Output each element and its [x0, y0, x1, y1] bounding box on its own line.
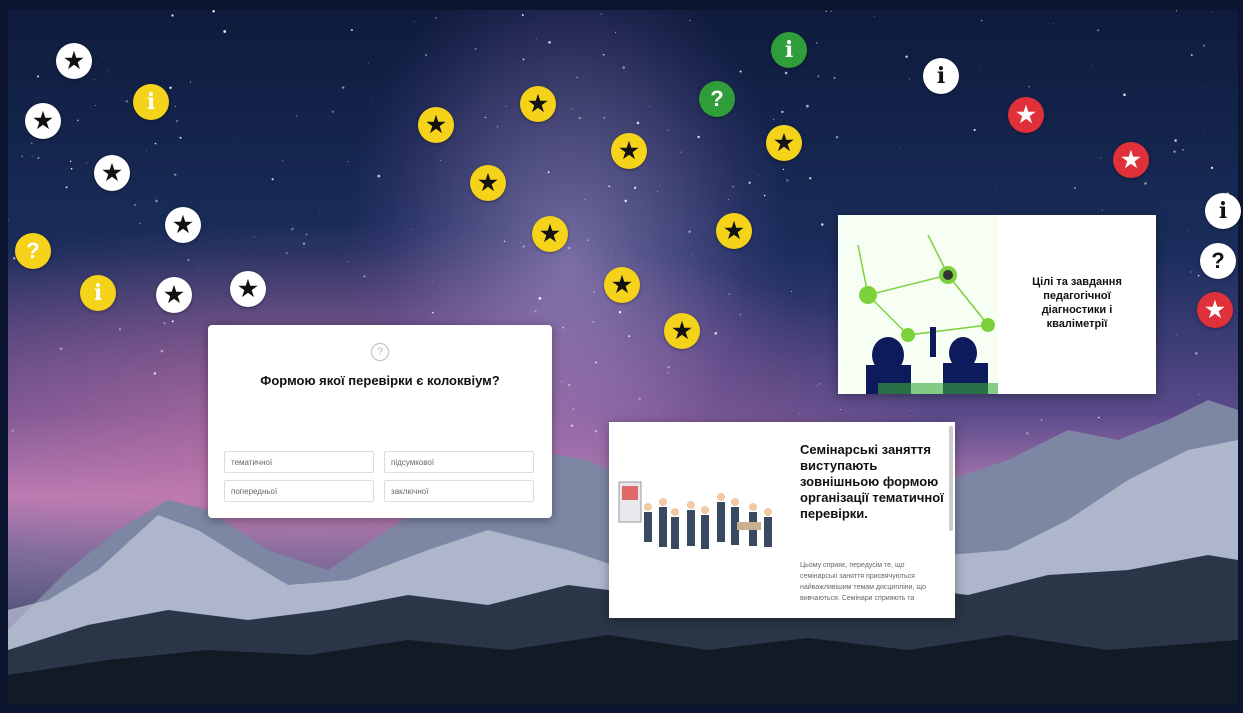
star-hotspot-icon[interactable]: ★: [1008, 97, 1044, 133]
question-hotspot-icon[interactable]: ?: [699, 81, 735, 117]
card-body: Цьому сприяє, передусім те, що семінарсь…: [800, 562, 927, 602]
info-hotspot-icon[interactable]: i: [1205, 193, 1241, 229]
info-card-seminar: Семінарські заняття виступають зовнішньо…: [609, 422, 955, 618]
info-card-diagnostics: Цілі та завдання педагогічної діагностик…: [838, 215, 1156, 394]
star-hotspot-icon[interactable]: ★: [766, 125, 802, 161]
quiz-option[interactable]: заключної: [384, 480, 534, 502]
star-hotspot-icon[interactable]: ★: [165, 207, 201, 243]
scrollbar[interactable]: [949, 426, 953, 531]
star-hotspot-icon[interactable]: ★: [156, 277, 192, 313]
info-hotspot-icon[interactable]: i: [771, 32, 807, 68]
star-hotspot-icon[interactable]: ★: [418, 107, 454, 143]
star-hotspot-icon[interactable]: ★: [520, 86, 556, 122]
star-hotspot-icon[interactable]: ★: [611, 133, 647, 169]
star-hotspot-icon[interactable]: ★: [94, 155, 130, 191]
star-hotspot-icon[interactable]: ★: [1113, 142, 1149, 178]
quiz-option[interactable]: попередньої: [224, 480, 374, 502]
question-hotspot-icon[interactable]: ?: [1200, 243, 1236, 279]
star-hotspot-icon[interactable]: ★: [716, 213, 752, 249]
card-title: Цілі та завдання педагогічної діагностик…: [1032, 276, 1122, 330]
network-people-illustration: [838, 215, 998, 394]
quiz-option[interactable]: тематичної: [224, 451, 374, 473]
star-hotspot-icon[interactable]: ★: [532, 216, 568, 252]
question-hotspot-icon[interactable]: ?: [15, 233, 51, 269]
star-hotspot-icon[interactable]: ★: [604, 267, 640, 303]
star-hotspot-icon[interactable]: ★: [1197, 292, 1233, 328]
info-hotspot-icon[interactable]: i: [80, 275, 116, 311]
star-hotspot-icon[interactable]: ★: [25, 103, 61, 139]
star-hotspot-icon[interactable]: ★: [56, 43, 92, 79]
quiz-card: ? Формою якої перевірки є колоквіум? тем…: [208, 325, 552, 518]
star-hotspot-icon[interactable]: ★: [230, 271, 266, 307]
star-hotspot-icon[interactable]: ★: [470, 165, 506, 201]
quiz-option[interactable]: підсумкової: [384, 451, 534, 473]
business-people-illustration: [609, 422, 789, 618]
info-hotspot-icon[interactable]: i: [923, 58, 959, 94]
star-hotspot-icon[interactable]: ★: [664, 313, 700, 349]
question-icon: ?: [371, 343, 389, 361]
quiz-question: Формою якої перевірки є колоквіум?: [260, 373, 500, 388]
info-hotspot-icon[interactable]: i: [133, 84, 169, 120]
card-title: Семінарські заняття виступають зовнішньо…: [800, 442, 944, 521]
